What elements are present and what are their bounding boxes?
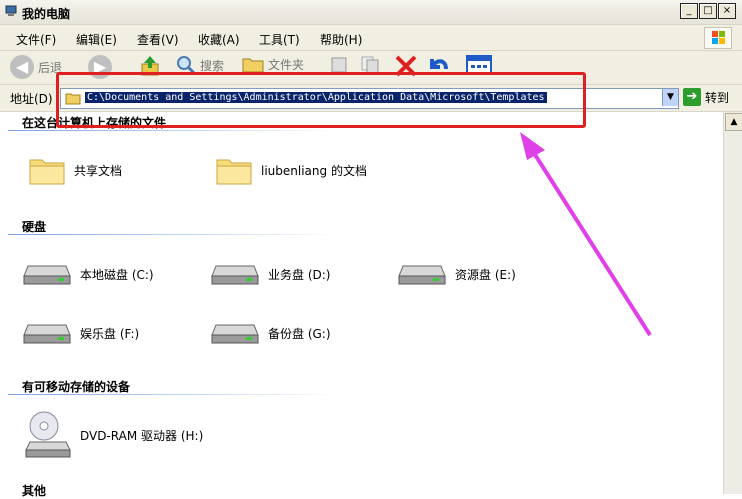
drive-h-dvd[interactable]: DVD-RAM 驱动器 (H:) <box>24 410 203 460</box>
menu-bar: 文件(F) 编辑(E) 查看(V) 收藏(A) 工具(T) 帮助(H) <box>0 25 742 51</box>
section-hdd-title: 硬盘 <box>22 220 47 234</box>
window-title: 我的电脑 <box>22 7 71 21</box>
search-label: 搜索 <box>200 58 225 73</box>
drive-d[interactable]: 业务盘 (D:) <box>210 260 330 288</box>
file-view: 在这台计算机上存储的文件 共享文档 liubenliang 的文档 硬盘 本地磁… <box>0 112 722 498</box>
go-label: 转到 <box>705 90 730 105</box>
address-label: 地址(D) <box>10 92 53 106</box>
drive-label: 资源盘 (E:) <box>455 267 516 282</box>
folder-label: liubenliang 的文档 <box>261 163 367 178</box>
drive-label: 本地磁盘 (C:) <box>80 267 154 282</box>
hard-drive-icon <box>23 265 71 285</box>
dvd-drive-icon <box>25 411 71 458</box>
section-divider <box>8 130 338 131</box>
folder-shared-docs[interactable]: 共享文档 <box>28 154 122 186</box>
drive-label: 业务盘 (D:) <box>268 267 331 282</box>
folders-button[interactable]: 文件夹 <box>242 55 304 73</box>
section-removable-title: 有可移动存储的设备 <box>22 380 131 394</box>
folders-label: 文件夹 <box>268 57 305 72</box>
back-arrow-icon: ◀ <box>10 55 34 79</box>
section-other-title: 其他 <box>22 484 47 498</box>
folder-icon <box>216 159 252 185</box>
folder-icon <box>29 159 65 185</box>
menu-tools[interactable]: 工具(T) <box>259 31 300 48</box>
hard-drive-icon <box>211 265 259 285</box>
title-bar: 我的电脑 _ □ × <box>0 0 742 25</box>
back-button[interactable]: ◀ 后退 <box>10 55 62 79</box>
go-button[interactable]: ➔ 转到 <box>683 88 729 106</box>
drive-g[interactable]: 备份盘 (G:) <box>210 319 331 347</box>
drive-label: 备份盘 (G:) <box>268 326 331 341</box>
menu-edit[interactable]: 编辑(E) <box>76 31 117 48</box>
menu-file[interactable]: 文件(F) <box>16 31 56 48</box>
windows-logo-icon <box>704 27 732 49</box>
vertical-scrollbar[interactable]: ▲ <box>723 112 742 494</box>
drive-c[interactable]: 本地磁盘 (C:) <box>22 260 154 288</box>
drive-label: DVD-RAM 驱动器 (H:) <box>80 428 204 443</box>
maximize-button[interactable]: □ <box>699 3 717 19</box>
window-controls: _ □ × <box>680 3 736 19</box>
menu-view[interactable]: 查看(V) <box>137 31 179 48</box>
minimize-button[interactable]: _ <box>680 3 698 19</box>
go-arrow-icon: ➔ <box>683 88 701 106</box>
close-button[interactable]: × <box>718 3 736 19</box>
folder-label: 共享文档 <box>74 163 123 178</box>
menu-favorites[interactable]: 收藏(A) <box>198 31 240 48</box>
hard-drive-icon <box>398 265 446 285</box>
scroll-up-button[interactable]: ▲ <box>725 113 742 131</box>
address-highlight-box <box>56 72 586 128</box>
drive-label: 娱乐盘 (F:) <box>80 326 140 341</box>
hard-drive-icon <box>211 324 259 344</box>
section-divider <box>8 234 338 235</box>
section-divider <box>8 394 338 395</box>
drive-f[interactable]: 娱乐盘 (F:) <box>22 319 139 347</box>
menu-help[interactable]: 帮助(H) <box>320 31 362 48</box>
folder-user-docs[interactable]: liubenliang 的文档 <box>215 154 367 186</box>
hard-drive-icon <box>23 324 71 344</box>
folders-icon <box>242 58 264 73</box>
address-dropdown-button[interactable]: ▼ <box>662 89 678 106</box>
drive-e[interactable]: 资源盘 (E:) <box>397 260 516 288</box>
my-computer-icon <box>5 5 17 16</box>
